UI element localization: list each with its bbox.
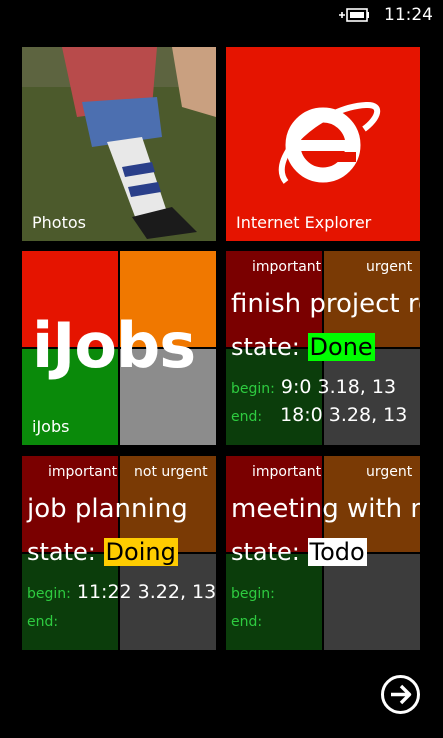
job-state-value: Done <box>307 333 375 361</box>
arrow-right-icon <box>391 684 412 705</box>
internet-explorer-icon <box>278 102 380 184</box>
job-state-label: state: <box>27 538 96 566</box>
job-end: end: <box>231 609 268 631</box>
job-begin-label: begin: <box>231 586 275 602</box>
job-state-label: state: <box>231 538 300 566</box>
internet-explorer-tile[interactable]: Internet Explorer <box>226 47 420 241</box>
job-tile[interactable]: important not urgent job planning state:… <box>22 456 216 650</box>
job-urgency: urgent <box>366 464 413 480</box>
job-title: finish project re <box>231 289 420 319</box>
job-begin-value: 9:0 3.18, 13 <box>280 376 397 398</box>
job-end-value: 18:0 3.28, 13 <box>280 404 408 426</box>
ijobs-logo-text: iJobs <box>32 309 196 382</box>
job-end: end: <box>27 609 64 631</box>
photo-thumbnail <box>22 47 216 241</box>
job-state-label: state: <box>231 333 300 361</box>
job-importance: important <box>252 464 322 480</box>
photos-tile[interactable]: Photos <box>22 47 216 241</box>
job-begin-label: begin: <box>27 586 71 602</box>
status-bar: 11:24 <box>0 0 443 30</box>
job-end-label: end: <box>231 409 263 425</box>
job-state-value: Todo <box>307 538 367 566</box>
photos-label: Photos <box>32 213 86 232</box>
job-urgency: urgent <box>366 259 413 275</box>
job-begin-label: begin: <box>231 381 275 397</box>
job-state: state: Done <box>231 333 375 361</box>
job-state-value: Doing <box>103 538 178 566</box>
job-importance: important <box>48 464 118 480</box>
arrow-right-circle-icon[interactable] <box>381 675 420 714</box>
job-begin: begin: 11:22 3.22, 13 <box>27 581 216 603</box>
ijobs-tile[interactable]: iJobs iJobs <box>22 251 216 445</box>
job-end: end: 18:0 3.28, 13 <box>231 404 407 426</box>
job-end-label: end: <box>27 614 59 630</box>
job-quadrant-gray <box>324 554 420 650</box>
job-end-label: end: <box>231 614 263 630</box>
job-importance: important <box>252 259 322 275</box>
job-begin-value: 11:22 3.22, 13 <box>76 581 216 603</box>
job-urgency: not urgent <box>134 464 208 480</box>
clock: 11:24 <box>384 5 433 25</box>
job-begin: begin: 9:0 3.18, 13 <box>231 376 396 398</box>
job-state: state: Doing <box>27 538 178 566</box>
job-tile[interactable]: important urgent meeting with m state: T… <box>226 456 420 650</box>
job-begin: begin: <box>231 581 281 603</box>
charging-battery-icon <box>339 8 369 22</box>
internet-explorer-label: Internet Explorer <box>236 213 372 232</box>
ijobs-label: iJobs <box>32 417 70 436</box>
job-title: job planning <box>27 494 188 524</box>
job-state: state: Todo <box>231 538 367 566</box>
job-title: meeting with m <box>231 494 420 524</box>
job-tile[interactable]: important urgent finish project re state… <box>226 251 420 445</box>
